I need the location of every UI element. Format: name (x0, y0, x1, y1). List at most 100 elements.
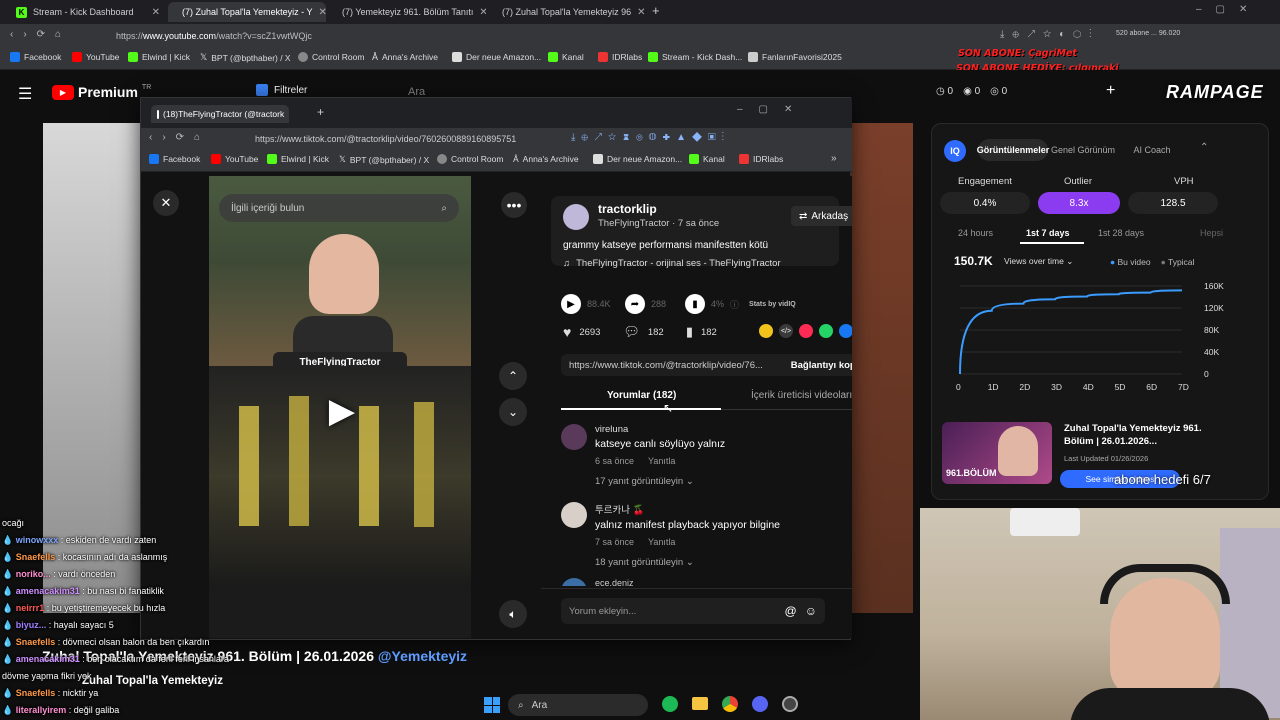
window-controls[interactable]: –▢✕ (737, 104, 808, 115)
related-search-input[interactable]: İlgili içeriği bulun ⌕ (219, 194, 459, 222)
emoji-icon[interactable]: ☺ (805, 604, 817, 618)
tab-views[interactable]: Görüntülenmeler (977, 139, 1049, 161)
avatar[interactable] (561, 578, 587, 586)
search-icon[interactable]: ⌕ (441, 203, 447, 214)
more-icon[interactable]: ••• (501, 192, 527, 218)
file-explorer-icon[interactable] (692, 697, 708, 710)
avatar[interactable] (563, 204, 589, 230)
embed-icon[interactable]: </> (779, 324, 793, 338)
tab-overview[interactable]: Genel Görünüm (1048, 139, 1118, 161)
chevron-up-icon[interactable]: ⌃ (499, 362, 527, 390)
spotify-icon[interactable] (662, 696, 678, 712)
bookmark-kanal[interactable]: Kanal (689, 154, 725, 164)
chat-username[interactable]: 💧 Snaefells (2, 637, 55, 647)
tt-extension-icons[interactable]: ⤓⊕↗☆♜⦾◍✚▲◆▣⋮ (571, 132, 730, 143)
browser-tab[interactable]: (7) Zuhal Topal'la Yemekteyiz 96 ✕ (488, 2, 646, 22)
chat-username[interactable]: 💧 winowxxx (2, 535, 58, 545)
share-url-field[interactable]: https://www.tiktok.com/@tractorklip/vide… (561, 354, 852, 376)
bookmark-bpt[interactable]: 𝕏 BPT (@bpthaber) / X (200, 52, 291, 63)
tab-creator-videos[interactable]: İçerik üreticisi videoları (751, 390, 852, 401)
window-controls[interactable]: –▢✕ (1196, 4, 1261, 15)
comment-icon[interactable]: 💬︎ (623, 324, 640, 340)
chat-username[interactable]: 💧 noriko... (2, 569, 51, 579)
create-icon[interactable]: + (1106, 82, 1115, 100)
friend-button[interactable]: ⇄ Arkadaş (791, 206, 852, 226)
bookmark-youtube[interactable]: YouTube (72, 52, 119, 62)
youtube-logo[interactable]: ▶ Premium TR (52, 84, 151, 100)
avatar[interactable] (561, 502, 587, 528)
close-icon[interactable]: ✕ (152, 7, 160, 18)
chat-username[interactable]: 💧 amenacakim31 (2, 654, 80, 664)
chat-username[interactable]: 💧 Snaefells (2, 552, 55, 562)
chat-username[interactable]: 💧 Snaefells (2, 688, 55, 698)
tt-tab[interactable]: (18)TheFlyingTractor (@tractork (151, 105, 289, 123)
bookmark-idrlabs[interactable]: IDRlabs (739, 154, 783, 164)
author-username[interactable]: tractorklip (598, 202, 657, 216)
whatsapp-icon[interactable] (819, 324, 833, 338)
bookmark-control-room[interactable]: Control Room (437, 154, 503, 164)
bookmark-amazon[interactable]: Der neue Amazon... (452, 52, 541, 62)
range-7d[interactable]: 1st 7 days (1026, 228, 1070, 238)
comment-user[interactable]: vireluna (595, 424, 845, 435)
chat-username[interactable]: 💧 biyuz... (2, 620, 46, 630)
bookmarks-overflow-icon[interactable]: » (831, 153, 837, 164)
close-icon[interactable]: ✕ (153, 190, 179, 216)
new-tab-button[interactable]: + (652, 3, 660, 18)
tab-comments[interactable]: Yorumlar (182) (607, 390, 676, 401)
similar-video-title[interactable]: Zuhal Topal'la Yemekteyiz 961. Bölüm | 2… (1064, 422, 1224, 448)
play-icon[interactable]: ▶ (322, 391, 362, 431)
bookmark-amazon[interactable]: Der neue Amazon... (593, 154, 682, 164)
reply-button[interactable]: Yanıtla (648, 537, 675, 547)
copy-link-button[interactable]: Bağlantıyı kopy (791, 360, 852, 371)
video-thumbnail[interactable]: 961.BÖLÜM (942, 422, 1052, 484)
browser-tab[interactable]: (7) Yemekteyiz 961. Bölüm Tanıtı ✕ (328, 2, 486, 22)
browser-tab[interactable]: K Stream - Kick Dashboard ✕ (8, 2, 168, 22)
collapse-icon[interactable]: ⌃ (1200, 142, 1208, 153)
discord-icon[interactable] (752, 696, 768, 712)
sound-link[interactable]: ♫ TheFlyingTractor - orijinal ses - TheFl… (563, 258, 781, 269)
range-all[interactable]: Hepsi (1200, 228, 1223, 238)
range-24h[interactable]: 24 hours (958, 228, 993, 238)
bookmark-stream-kick[interactable]: Stream - Kick Dash... (648, 52, 742, 62)
comment-user[interactable]: ece.deniz (595, 578, 841, 586)
chat-username[interactable]: 💧 literallyirem (2, 705, 66, 715)
view-replies-button[interactable]: 18 yanıt görüntüleyin ⌄ (595, 557, 845, 568)
avatar[interactable] (561, 424, 587, 450)
bookmark-annas-archive[interactable]: Å Anna's Archive (372, 52, 438, 62)
send-icon[interactable] (799, 324, 813, 338)
url-field[interactable]: https://www.youtube.com/watch?v=scZ1vwtW… (96, 28, 956, 44)
chat-username[interactable]: 💧 neirrr1 (2, 603, 44, 613)
channel-tag[interactable]: @Yemekteyiz (378, 648, 467, 664)
nav-buttons[interactable]: ‹›⟳⌂ (149, 132, 210, 143)
browser-tab[interactable]: (7) Zuhal Topal'la Yemekteyiz - Y ✕ (168, 2, 326, 22)
volume-icon[interactable]: 🔈︎ (499, 600, 527, 628)
bookmark-youtube[interactable]: YouTube (211, 154, 258, 164)
new-tab-button[interactable]: + (317, 105, 324, 119)
bookmark-icon[interactable]: ▮ (686, 324, 693, 340)
obs-icon[interactable] (782, 696, 798, 712)
bookmark-bpt[interactable]: 𝕏 BPT (@bpthaber) / X (339, 154, 429, 165)
chevron-down-icon[interactable]: ⌄ (499, 398, 527, 426)
bookmark-control-room[interactable]: Control Room (298, 52, 364, 62)
heart-icon[interactable]: ♥ (563, 324, 571, 340)
bookmark-annas-archive[interactable]: Å Anna's Archive (513, 154, 579, 164)
facebook-icon[interactable] (839, 324, 852, 338)
taskbar-search[interactable]: ⌕ Ara (508, 694, 648, 716)
bookmark-elwind[interactable]: Elwind | Kick (267, 154, 329, 164)
mention-icon[interactable]: @ (785, 604, 797, 618)
comment-input[interactable]: Yorum ekleyin... @ ☺ (561, 598, 825, 624)
metric-dropdown[interactable]: Views over time ⌄ (1004, 256, 1073, 267)
close-icon[interactable]: ✕ (318, 7, 326, 18)
bookmark-facebook[interactable]: Facebook (10, 52, 61, 62)
bookmark-fanlar[interactable]: FanlarınFavorisi2025 (748, 52, 842, 62)
bookmark-kanal[interactable]: Kanal (548, 52, 584, 62)
extension-icons[interactable]: ⤓⊕↗☆◐⬡⋮ (1000, 29, 1100, 40)
tab-ai-coach[interactable]: AI Coach (1122, 139, 1182, 161)
bookmark-elwind[interactable]: Elwind | Kick (128, 52, 190, 62)
reply-button[interactable]: Yanıtla (648, 456, 675, 466)
filters-button[interactable]: Filtreler (256, 84, 307, 96)
windows-start-icon[interactable] (484, 697, 500, 713)
repost-icon[interactable] (759, 324, 773, 338)
bookmark-facebook[interactable]: Facebook (149, 154, 200, 164)
chrome-icon[interactable] (722, 696, 738, 712)
